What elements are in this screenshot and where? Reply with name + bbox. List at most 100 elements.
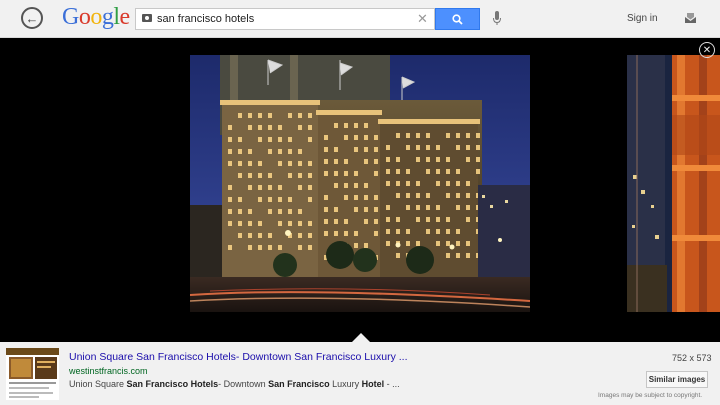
lit-window [268,245,272,250]
lit-window [334,171,338,176]
lit-window [386,181,390,186]
lit-window [466,193,470,198]
lit-window [248,161,252,166]
lit-window [364,219,368,224]
lit-window [374,207,378,212]
close-icon[interactable]: ✕ [699,42,715,58]
lit-window [406,133,410,138]
lit-window [324,207,328,212]
copyright-notice: Images may be subject to copyright. [598,392,703,399]
similar-images-button[interactable]: Similar images [646,371,708,388]
lit-window [308,137,312,142]
lit-window [308,197,312,202]
lit-window [324,159,328,164]
lit-window [258,173,262,178]
lit-window [278,197,282,202]
lit-window [228,161,232,166]
lit-window [324,135,328,140]
lit-window [308,221,312,226]
lit-window [426,133,430,138]
lit-window [268,173,272,178]
lit-window [364,243,368,248]
lit-window [324,147,328,152]
microphone-icon[interactable] [492,10,502,28]
search-input[interactable] [157,9,412,29]
lit-window [324,171,328,176]
lit-window [248,113,252,118]
lit-window [288,137,292,142]
lit-window [426,145,430,150]
lit-window [476,145,480,150]
lit-window [334,147,338,152]
lit-window [228,197,232,202]
lit-window [466,133,470,138]
lit-window [446,193,450,198]
lit-window [364,195,368,200]
lit-window [278,185,282,190]
website-thumbnail [6,348,59,400]
lit-window [426,169,430,174]
lit-window [308,185,312,190]
lit-window [364,135,368,140]
image-viewer: ✕ [0,38,720,342]
lit-window [466,145,470,150]
lit-window [238,209,242,214]
lit-window [406,145,410,150]
lit-window [324,231,328,236]
lit-window [344,159,348,164]
lit-window [258,233,262,238]
lit-window [476,169,480,174]
lit-window [298,209,302,214]
lit-window [288,197,292,202]
clear-icon[interactable]: ✕ [417,11,428,27]
lit-window [374,171,378,176]
lit-window [386,205,390,210]
lit-window [396,157,400,162]
lit-window [248,149,252,154]
lit-window [298,233,302,238]
google-logo[interactable]: Google [62,4,130,31]
lit-window [268,125,272,130]
sign-in-link[interactable]: Sign in [627,13,658,24]
next-image-preview[interactable] [627,55,720,312]
lit-window [298,125,302,130]
back-arrow-icon[interactable]: ← [21,7,43,29]
result-thumbnail[interactable] [6,348,59,400]
lit-window [396,181,400,186]
lit-window [426,229,430,234]
lit-window [374,147,378,152]
lit-window [364,207,368,212]
lit-window [344,195,348,200]
lit-window [396,133,400,138]
lit-window [374,231,378,236]
lit-window [466,241,470,246]
lit-window [248,209,252,214]
lit-window [268,137,272,142]
search-box[interactable]: ✕ [135,8,435,30]
lit-window [456,169,460,174]
result-url-link[interactable]: westinstfrancis.com [69,366,148,376]
lit-window [354,183,358,188]
lit-window [416,157,420,162]
lit-window [334,183,338,188]
lit-window [396,229,400,234]
camera-icon[interactable] [142,14,152,22]
image-dimensions: 752 x 573 [672,353,712,363]
lit-window [308,125,312,130]
lit-window [344,171,348,176]
lit-window [298,113,302,118]
lit-window [278,149,282,154]
lit-window [228,125,232,130]
lit-window [308,113,312,118]
lit-window [344,183,348,188]
result-title-link[interactable]: Union Square San Francisco Hotels- Downt… [69,351,408,363]
share-mail-icon[interactable] [684,12,697,24]
selected-image[interactable] [190,55,530,312]
lit-window [446,181,450,186]
search-button[interactable] [435,8,480,30]
lit-window [426,205,430,210]
lit-window [298,149,302,154]
lit-window [228,137,232,142]
lit-window [374,159,378,164]
lit-window [268,113,272,118]
